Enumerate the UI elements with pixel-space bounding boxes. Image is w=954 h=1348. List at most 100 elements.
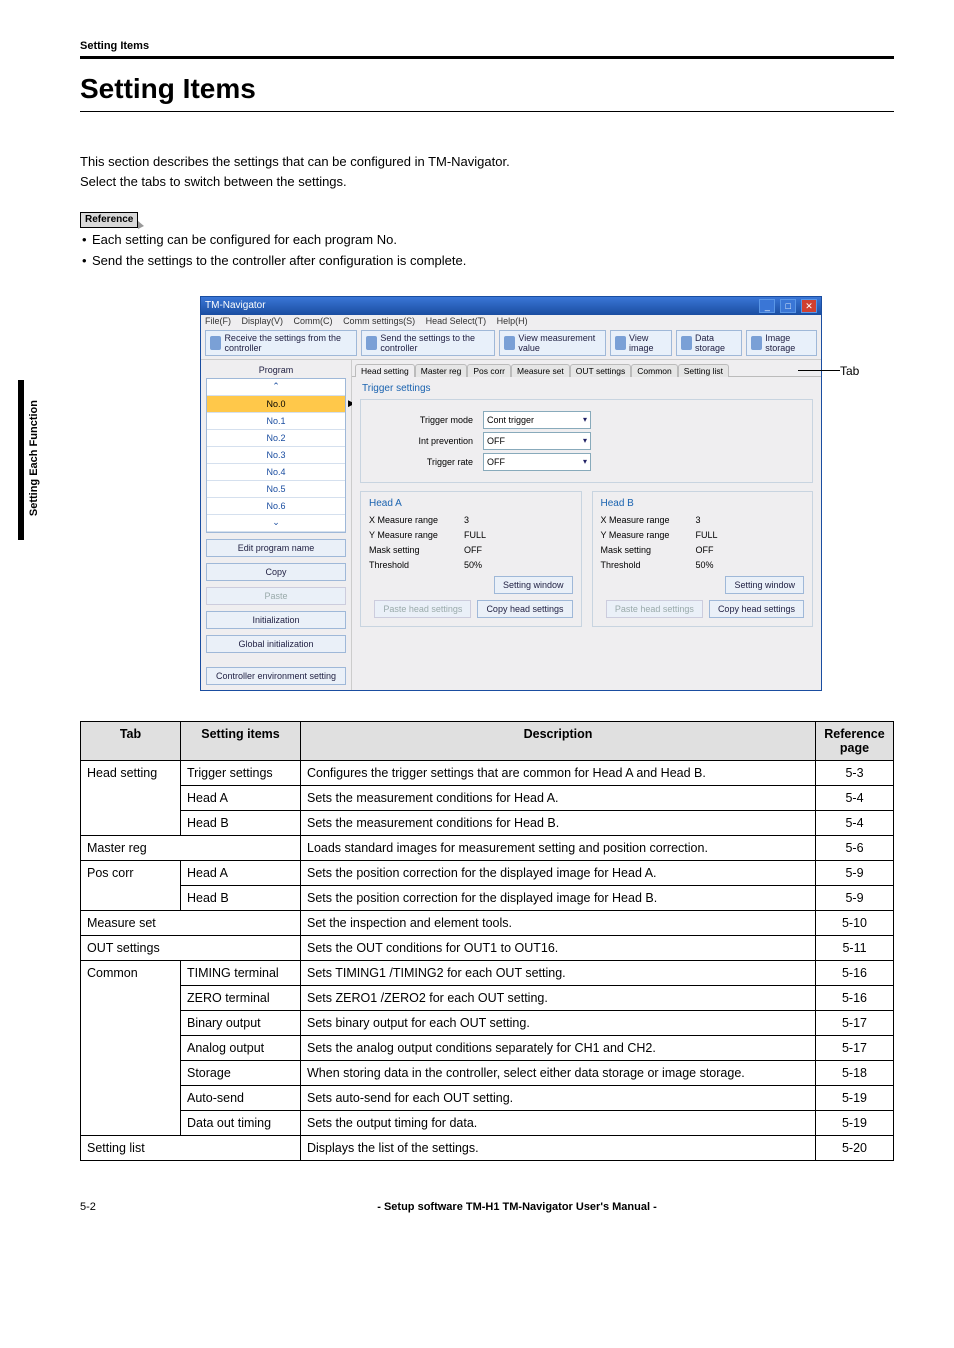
cell-tab: Head setting: [81, 760, 181, 835]
window-body: Program ⌃ No.0▶ No.1 No.2 No.3 No.4 No.5…: [201, 360, 821, 690]
cell-description: Displays the list of the settings.: [301, 1135, 816, 1160]
label-int-prevention: Int prevention: [373, 436, 473, 446]
label-trigger-mode: Trigger mode: [373, 415, 473, 425]
toolbar-view-image[interactable]: View image: [610, 330, 672, 356]
tab-strip: Head setting Master reg Pos corr Measure…: [352, 360, 821, 377]
menu-comm[interactable]: Comm(C): [294, 316, 333, 326]
program-no-5[interactable]: No.5: [207, 481, 345, 498]
value-mask-b: OFF: [696, 545, 714, 555]
table-row: CommonTIMING terminalSets TIMING1 /TIMIN…: [81, 960, 894, 985]
program-no-6[interactable]: No.6: [207, 498, 345, 515]
cell-reference: 5-10: [816, 910, 894, 935]
toolbar-label: View image: [629, 333, 667, 353]
content-area: Head setting Master reg Pos corr Measure…: [352, 360, 821, 690]
menu-file[interactable]: File(F): [205, 316, 231, 326]
setting-window-button-b[interactable]: Setting window: [725, 576, 804, 594]
page-title: Setting Items: [80, 73, 894, 105]
running-header: Setting Items: [80, 40, 894, 52]
value-x-range-b: 3: [696, 515, 701, 525]
table-row: Head settingTrigger settingsConfigures t…: [81, 760, 894, 785]
tab-pos-corr[interactable]: Pos corr: [467, 364, 511, 377]
menu-comm-settings[interactable]: Comm settings(S): [343, 316, 415, 326]
combo-int-prevention[interactable]: OFF▾: [483, 432, 591, 450]
combo-trigger-rate[interactable]: OFF▾: [483, 453, 591, 471]
copy-head-settings-button-b[interactable]: Copy head settings: [709, 600, 804, 618]
controller-env-setting-button[interactable]: Controller environment setting: [206, 667, 346, 685]
side-chapter-label: Setting Each Function: [28, 400, 40, 516]
table-row: Measure setSet the inspection and elemen…: [81, 910, 894, 935]
table-row: Head BSets the position correction for t…: [81, 885, 894, 910]
menu-display[interactable]: Display(V): [242, 316, 284, 326]
cell-reference: 5-4: [816, 785, 894, 810]
table-row: Analog outputSets the analog output cond…: [81, 1035, 894, 1060]
tab-master-reg[interactable]: Master reg: [415, 364, 468, 377]
callout-tab-label: Tab: [840, 364, 859, 378]
window-buttons: _ □ ✕: [757, 299, 817, 313]
cell-description: Sets binary output for each OUT setting.: [301, 1010, 816, 1035]
paste-head-settings-button-b[interactable]: Paste head settings: [606, 600, 703, 618]
menu-head-select[interactable]: Head Select(T): [426, 316, 487, 326]
toolbar-image-storage[interactable]: Image storage: [746, 330, 817, 356]
label-threshold: Threshold: [369, 560, 464, 570]
maximize-icon[interactable]: □: [780, 299, 796, 313]
toolbar-label: Data storage: [695, 333, 737, 353]
toolbar-label: Send the settings to the controller: [380, 333, 490, 353]
th-reference-page: Reference page: [816, 721, 894, 760]
cell-reference: 5-4: [816, 810, 894, 835]
program-no-1[interactable]: No.1: [207, 413, 345, 430]
program-scroll-down[interactable]: ⌄: [207, 515, 345, 532]
toolbar: Receive the settings from the controller…: [201, 327, 821, 360]
close-icon[interactable]: ✕: [801, 299, 817, 313]
tab-measure-set[interactable]: Measure set: [511, 364, 570, 377]
menu-help[interactable]: Help(H): [497, 316, 528, 326]
tab-setting-list[interactable]: Setting list: [678, 364, 729, 377]
page-footer: 5-2 - Setup software TM-H1 TM-Navigator …: [80, 1201, 894, 1213]
global-initialization-button[interactable]: Global initialization: [206, 635, 346, 653]
image-storage-icon: [751, 336, 762, 350]
toolbar-label: Image storage: [765, 333, 812, 353]
paste-button[interactable]: Paste: [206, 587, 346, 605]
window-title: TM-Navigator: [205, 300, 266, 311]
cell-reference: 5-6: [816, 835, 894, 860]
combo-trigger-mode[interactable]: Cont trigger▾: [483, 411, 591, 429]
toolbar-send-settings[interactable]: Send the settings to the controller: [361, 330, 495, 356]
toolbar-view-measurement[interactable]: View measurement value: [499, 330, 606, 356]
minimize-icon[interactable]: _: [759, 299, 775, 313]
cell-reference: 5-17: [816, 1035, 894, 1060]
tab-common[interactable]: Common: [631, 364, 677, 377]
intro-text: This section describes the settings that…: [80, 152, 894, 191]
program-no-2[interactable]: No.2: [207, 430, 345, 447]
rule-thin: [80, 111, 894, 112]
copy-head-settings-button-a[interactable]: Copy head settings: [477, 600, 572, 618]
cell-item: Head B: [181, 810, 301, 835]
cell-description: Sets the position correction for the dis…: [301, 885, 816, 910]
cell-reference: 5-9: [816, 885, 894, 910]
label-y-range: Y Measure range: [369, 530, 464, 540]
program-no-4[interactable]: No.4: [207, 464, 345, 481]
table-row: ZERO terminalSets ZERO1 /ZERO2 for each …: [81, 985, 894, 1010]
tab-out-settings[interactable]: OUT settings: [570, 364, 631, 377]
combo-value: OFF: [487, 457, 505, 467]
cell-description: When storing data in the controller, sel…: [301, 1060, 816, 1085]
program-no-3[interactable]: No.3: [207, 447, 345, 464]
table-row: Setting listDisplays the list of the set…: [81, 1135, 894, 1160]
app-window: TM-Navigator _ □ ✕ File(F) Display(V) Co…: [200, 296, 822, 691]
sidebar-program-label: Program: [206, 365, 346, 375]
cell-reference: 5-16: [816, 960, 894, 985]
program-no-0[interactable]: No.0▶: [207, 396, 345, 413]
copy-button[interactable]: Copy: [206, 563, 346, 581]
toolbar-data-storage[interactable]: Data storage: [676, 330, 742, 356]
edit-program-name-button[interactable]: Edit program name: [206, 539, 346, 557]
bullet-item: Each setting can be configured for each …: [82, 230, 894, 251]
toolbar-receive-settings[interactable]: Receive the settings from the controller: [205, 330, 357, 356]
setting-window-button-a[interactable]: Setting window: [494, 576, 573, 594]
program-scroll-up[interactable]: ⌃: [207, 379, 345, 396]
cell-description: Set the inspection and element tools.: [301, 910, 816, 935]
tab-head-setting[interactable]: Head setting: [355, 364, 415, 377]
reference-bullets: Each setting can be configured for each …: [80, 230, 894, 272]
cell-description: Sets auto-send for each OUT setting.: [301, 1085, 816, 1110]
initialization-button[interactable]: Initialization: [206, 611, 346, 629]
paste-head-settings-button-a[interactable]: Paste head settings: [374, 600, 471, 618]
side-black-bar: [18, 380, 24, 540]
head-panels: Head A X Measure range3 Y Measure rangeF…: [360, 491, 813, 627]
